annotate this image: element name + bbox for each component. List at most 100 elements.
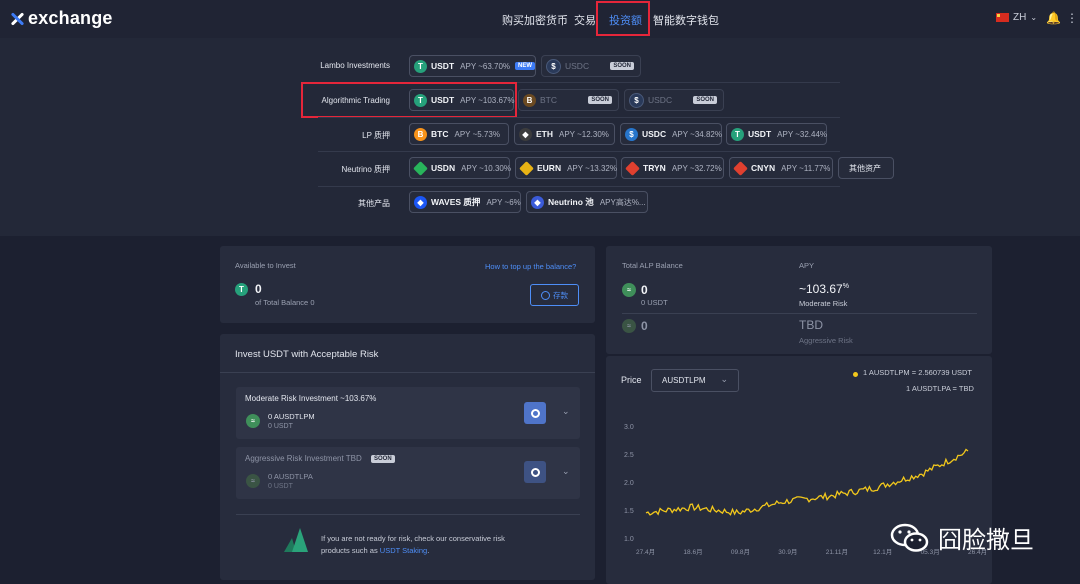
watermark: 囧脸撒旦 [890, 520, 1034, 555]
chevron-down-icon: ⌄ [1030, 13, 1038, 22]
coin-name: USDC [642, 129, 667, 139]
pill-neutrino-tryn[interactable]: TRYN APY ~32.72% [621, 157, 724, 179]
nav-trade[interactable]: 交易 [574, 12, 596, 28]
coin-name: TRYN [643, 163, 666, 173]
pill-neutrino-pool[interactable]: ◆ Neutrino 池 APY高达%... [526, 191, 648, 213]
soon-badge: SOON [371, 455, 395, 463]
token-select[interactable]: AUSDTLPM ⌄ [651, 369, 739, 392]
x-tick-label: 30.9月 [778, 548, 797, 556]
watermark-text: 囧脸撒旦 [938, 526, 1034, 554]
deposit-icon [541, 290, 550, 300]
conservative-note: If you are not ready for risk, check our… [321, 533, 505, 557]
aggressive-risk-label: Aggressive Risk [799, 336, 853, 345]
coin-name: USDT [431, 61, 455, 71]
pill-neutrino-usdn[interactable]: USDN APY ~10.30% [409, 157, 511, 179]
more-icon[interactable]: ⋮ [1066, 11, 1078, 25]
chevron-down-icon: ⌄ [720, 374, 728, 384]
nav-wallet[interactable]: 智能数字钱包 [653, 12, 719, 28]
row-label-other: 其他产品 [358, 199, 390, 208]
coin-name: USDT [748, 129, 772, 139]
legend-dot-icon [853, 372, 858, 377]
apy: APY ~10.30% [461, 163, 511, 173]
coin-name: USDC [648, 95, 673, 105]
invest-aggressive-button[interactable] [524, 461, 546, 483]
legend-aggressive: 1 AUSDTLPA = TBD [906, 384, 974, 393]
coin-name: EURN [537, 163, 562, 173]
cnyn-icon [733, 160, 748, 176]
divider [220, 372, 595, 373]
pill-lp-eth[interactable]: ◆ ETH APY ~12.30% [514, 123, 615, 145]
x-tick-label: 21.11月 [826, 548, 848, 556]
row-label-neutrino: Neutrino 质押 [341, 165, 390, 174]
aggressive-title: Aggressive Risk Investment TBD [245, 454, 362, 463]
usdn-icon [413, 160, 428, 176]
usdt-icon: T [235, 283, 248, 296]
alp-moderate-icon: ≈ [622, 283, 636, 297]
pill-other-assets[interactable]: 其他资产 [838, 157, 894, 179]
top-bar: exchange 购买加密货币 交易 投资额 智能数字钱包 ZH ⌄ 🔔 ⋮ [0, 0, 1080, 38]
apy-value: ~103.67% [799, 282, 849, 296]
pill-lambo-usdc[interactable]: $ USDC SOON [541, 55, 641, 77]
moderate-title: Moderate Risk Investment ~103.67% [245, 394, 377, 403]
pill-lp-usdt[interactable]: T USDT APY ~32.44% [726, 123, 827, 145]
coin-name: Neutrino 池 [548, 197, 594, 207]
usdt-icon: T [414, 59, 427, 73]
alp-aggressive-icon: ≈ [246, 474, 260, 488]
total-balance: of Total Balance 0 [255, 298, 315, 307]
row-label-lambo: Lambo Investments [320, 61, 390, 70]
divider [622, 313, 977, 314]
coin-name: WAVES 质押 [431, 197, 481, 207]
invest-moderate-button[interactable] [524, 402, 546, 424]
chevron-down-icon[interactable]: ⌄ [562, 466, 570, 477]
x-tick-label: 27.4月 [636, 548, 655, 556]
moderate-amount: 0 AUSDTLPM [268, 412, 315, 421]
brand-logo[interactable]: exchange [10, 8, 113, 29]
alp-moderate-amount: 0 [641, 283, 648, 297]
coin-name: USDC [565, 61, 590, 71]
pill-algo-usdc[interactable]: $ USDC SOON [624, 89, 724, 111]
nav-buy-crypto[interactable]: 购买加密货币 [502, 12, 568, 28]
new-badge: NEW [515, 62, 536, 70]
y-tick-label: 3.0 [624, 424, 634, 431]
btc-icon: B [414, 127, 427, 141]
alp-moderate-icon: ≈ [246, 414, 260, 428]
usdc-icon: $ [546, 58, 561, 74]
pill-algo-btc[interactable]: B BTC SOON [518, 89, 619, 111]
chevron-down-icon[interactable]: ⌄ [562, 406, 570, 417]
price-line-series [645, 448, 969, 516]
bell-icon[interactable]: 🔔 [1046, 11, 1061, 25]
pill-waves-staking[interactable]: ◆ WAVES 质押 APY ~6% [409, 191, 521, 213]
deposit-button[interactable]: 存款 [530, 284, 579, 306]
coin-name: BTC [431, 129, 449, 139]
language-selector[interactable]: ZH ⌄ [996, 12, 1037, 23]
usdc-icon: $ [625, 127, 638, 141]
alp-aggressive-amount: 0 [641, 319, 648, 333]
available-title: Available to Invest [235, 261, 296, 270]
divider [236, 514, 580, 515]
pill-neutrino-eurn[interactable]: EURN APY ~13.32% [515, 157, 617, 179]
apy: APY ~34.82% [672, 129, 722, 139]
pill-neutrino-cnyn[interactable]: CNYN APY ~11.77% [729, 157, 833, 179]
y-tick-label: 1.5 [624, 508, 634, 515]
usdt-staking-link[interactable]: USDT Staking [380, 546, 427, 555]
row-divider [318, 186, 840, 187]
pill-lp-btc[interactable]: B BTC APY ~5.73% [409, 123, 509, 145]
top-up-link[interactable]: How to top up the balance? [485, 262, 576, 271]
deposit-label: 存款 [553, 290, 568, 300]
pill-lambo-usdt[interactable]: T USDT APY ~63.70% NEW [409, 55, 536, 77]
row-label-lp: LP 质押 [362, 131, 390, 140]
coin-name: CNYN [751, 163, 776, 173]
apy: APY ~5.73% [454, 129, 500, 139]
china-flag-icon [996, 13, 1009, 22]
alp-aggressive-icon: ≈ [622, 319, 636, 333]
pill-lp-usdc[interactable]: $ USDC APY ~34.82% [620, 123, 722, 145]
soon-badge: SOON [588, 96, 612, 104]
apy-tbd: TBD [799, 318, 823, 332]
aggressive-amount: 0 AUSDTLPA [268, 472, 313, 481]
language-code: ZH [1013, 12, 1027, 23]
eth-icon: ◆ [519, 127, 532, 141]
apy: APY ~32.72% [671, 163, 722, 173]
alp-title: Total ALP Balance [622, 261, 683, 270]
tryn-icon [625, 160, 640, 176]
eurn-icon [519, 160, 534, 176]
